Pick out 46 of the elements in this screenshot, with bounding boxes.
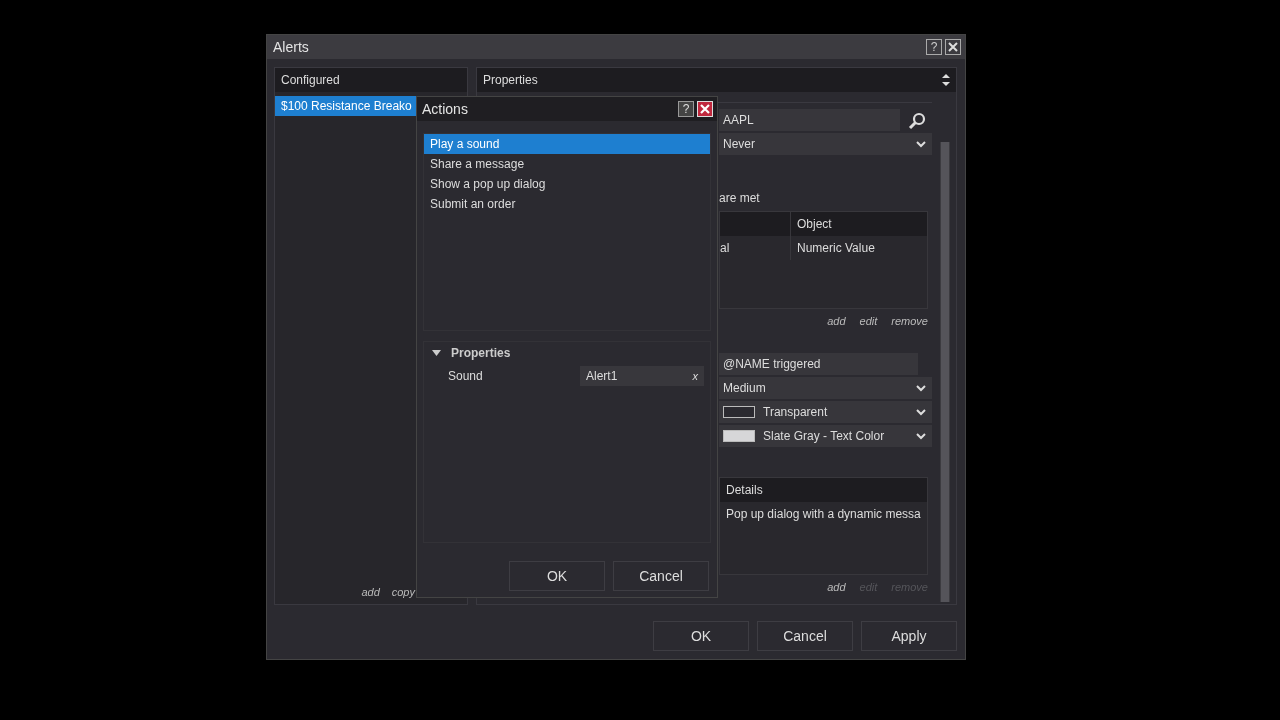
link[interactable]: add [361,586,380,598]
conditions-label: are met [719,190,761,207]
foreground-dropdown[interactable]: Slate Gray - Text Color [719,425,932,447]
chevron-down-icon [916,432,926,440]
dialog-button[interactable]: Cancel [613,561,709,591]
scrollbar[interactable] [940,142,950,602]
dialog-button[interactable]: OK [653,621,749,651]
priority-dropdown[interactable]: Medium [719,377,932,399]
clear-button[interactable]: x [692,370,698,382]
window-title: Alerts [273,39,309,55]
link[interactable]: add [827,581,846,593]
table-cell-text: al [720,241,731,255]
column-header: Object [790,212,927,236]
instrument-field[interactable]: AAPL [719,109,900,131]
help-button[interactable]: ? [678,101,694,117]
dialog-button[interactable]: Cancel [757,621,853,651]
chevron-down-icon [916,140,926,148]
scroll-arrows-icon[interactable] [942,72,950,88]
panel-title: Properties [483,73,538,87]
action-item[interactable]: Play a sound [424,134,710,154]
action-item[interactable]: Share a message [424,154,710,174]
message-field[interactable]: @NAME triggered [719,353,918,375]
dialog-title: Actions [422,101,468,117]
table-cell-text: Pop up dialog with a dynamic messa [725,507,921,521]
collapse-icon[interactable] [432,349,441,357]
table-cell: Numeric Value [790,236,927,260]
link[interactable]: edit [859,315,878,327]
action-item[interactable]: Submit an order [424,194,710,214]
link[interactable]: add [827,315,846,327]
rearm-dropdown[interactable]: Never [719,133,932,155]
panel-header: Configured [275,68,467,92]
action-item[interactable]: Show a pop up dialog [424,174,710,194]
dialog-button[interactable]: Apply [861,621,957,651]
group-header: Properties [451,346,511,360]
sound-field[interactable]: Alert1 x [580,366,704,386]
help-button[interactable]: ? [926,39,942,55]
dialog-button[interactable]: OK [509,561,605,591]
column-header: Details [725,483,763,497]
chevron-down-icon [916,408,926,416]
link[interactable]: remove [891,315,928,327]
property-name: Sound [448,369,484,383]
link[interactable]: copy [391,586,415,598]
chevron-down-icon [916,384,926,392]
close-button[interactable] [945,39,961,55]
background-dropdown[interactable]: Transparent [719,401,932,423]
search-icon[interactable] [908,112,926,130]
